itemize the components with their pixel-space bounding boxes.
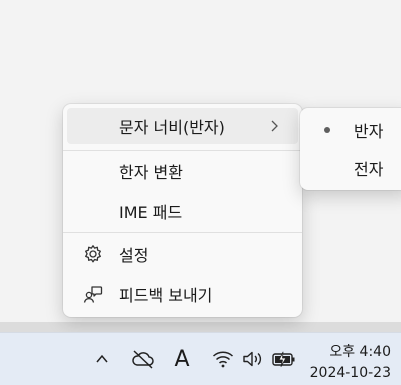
menu-separator (63, 232, 302, 233)
menu-item-label: IME 패드 (119, 203, 183, 222)
chevron-up-icon[interactable] (92, 347, 112, 371)
char-width-submenu: 반자 전자 (300, 108, 401, 190)
menu-item-char-width[interactable]: 문자 너비(반자) (67, 108, 298, 144)
menu-item-label: 문자 너비(반자) (119, 118, 225, 137)
menu-item-send-feedback[interactable]: 피드백 보내기 (67, 276, 298, 312)
selected-bullet-icon (324, 127, 330, 133)
feedback-icon (83, 286, 103, 303)
taskbar-clock[interactable]: 오후 4:40 2024-10-23 (310, 342, 391, 384)
ime-context-menu: 문자 너비(반자) 한자 변환 IME 패드 설정 피드백 보내기 (63, 104, 302, 317)
onedrive-offline-icon[interactable] (130, 347, 156, 371)
submenu-item-label: 반자 (354, 122, 384, 141)
menu-item-settings[interactable]: 설정 (67, 236, 298, 272)
chevron-right-icon (271, 120, 278, 132)
menu-item-label: 설정 (119, 246, 149, 265)
volume-icon[interactable] (241, 347, 265, 371)
battery-charging-icon[interactable] (271, 347, 297, 371)
clock-time: 오후 4:40 (329, 344, 391, 360)
menu-item-ime-pad[interactable]: IME 패드 (67, 193, 298, 229)
gear-icon (85, 245, 101, 263)
taskbar: A 오후 4:40 2024-10-23 (0, 332, 401, 385)
menu-item-label: 피드백 보내기 (119, 286, 213, 305)
ime-mode-icon[interactable]: A (172, 347, 192, 372)
submenu-item-half-width[interactable]: 반자 (304, 112, 401, 148)
menu-item-label: 한자 변환 (119, 163, 183, 182)
menu-item-hanja-convert[interactable]: 한자 변환 (67, 153, 298, 189)
submenu-item-full-width[interactable]: 전자 (304, 150, 401, 186)
menu-separator (63, 150, 302, 151)
wifi-icon[interactable] (211, 347, 235, 371)
clock-date: 2024-10-23 (309, 365, 391, 381)
submenu-item-label: 전자 (354, 160, 384, 179)
desktop-strip (0, 322, 401, 332)
